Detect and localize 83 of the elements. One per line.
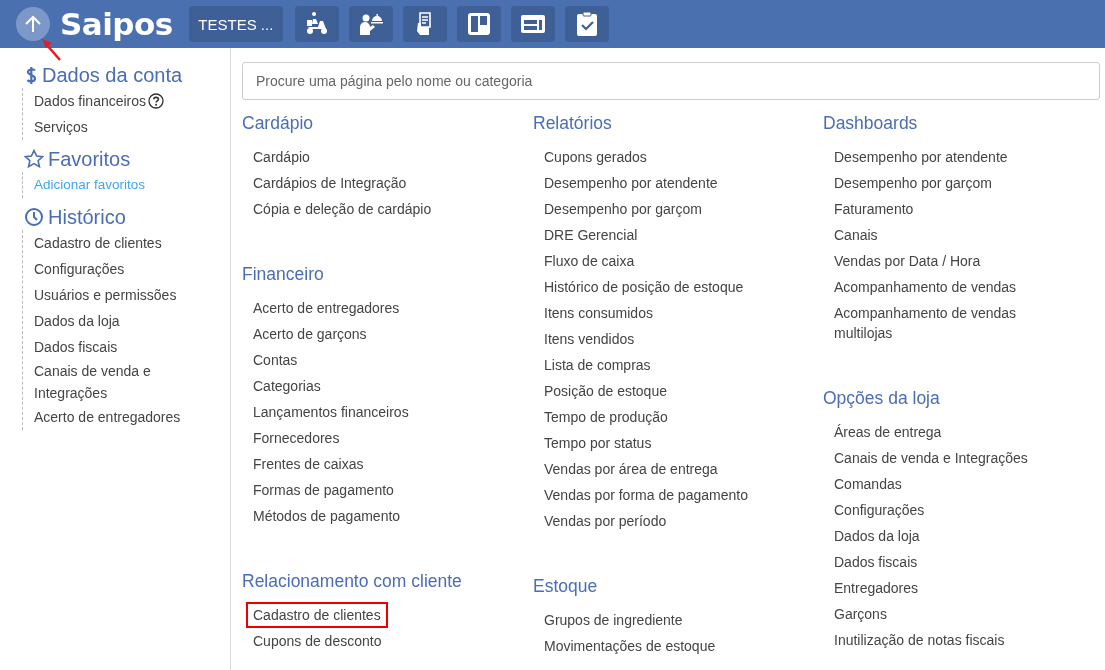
page-link[interactable]: Categorias (253, 373, 321, 399)
category-heading: Cardápio (242, 113, 314, 135)
page-link[interactable]: Tempo por status (544, 430, 652, 456)
sidebar-item[interactable]: Serviços (34, 116, 88, 138)
page-link[interactable]: Fornecedores (253, 425, 340, 451)
page-link[interactable]: Garçons (834, 601, 887, 627)
page-link[interactable]: Desempenho por garçom (544, 196, 702, 222)
toolbar-button[interactable] (456, 6, 501, 42)
page-link[interactable]: Lançamentos financeiros (253, 399, 409, 425)
page-link[interactable]: Canais (834, 222, 878, 248)
page-link[interactable]: Movimentações de estoque (544, 633, 716, 659)
page-link[interactable]: Acompanhamento de vendas (834, 274, 1017, 300)
search-field[interactable]: Procure uma página pelo nome ou categoria (242, 62, 1100, 100)
section-heading: Dados da conta (42, 63, 183, 87)
page-link[interactable]: Grupos de ingrediente (544, 607, 683, 633)
category-heading: Financeiro (242, 264, 324, 286)
page-link[interactable]: Tempo de produção (544, 404, 668, 430)
page-link[interactable]: Dados da loja (834, 523, 920, 549)
page-link[interactable]: Métodos de pagamento (253, 503, 401, 529)
toolbar-button[interactable] (564, 6, 609, 42)
sidebar-item[interactable]: Cadastro de clientes (34, 232, 162, 254)
sidebar-item[interactable]: Canais de venda e Integrações (34, 360, 214, 404)
page-link[interactable]: Comandas (834, 471, 902, 497)
category-heading: Relatórios (533, 113, 612, 135)
page-link[interactable]: Cardápio (253, 144, 310, 170)
store-selector-button[interactable]: TESTES ... (188, 6, 283, 42)
sidebar-item[interactable]: Dados financeiros (34, 90, 147, 112)
page-link[interactable]: Lista de compras (544, 352, 651, 378)
page-link[interactable]: Cupons de desconto (253, 628, 382, 654)
toolbar-button[interactable] (402, 6, 447, 42)
page-link[interactable]: Cupons gerados (544, 144, 647, 170)
page-link[interactable]: Faturamento (834, 196, 914, 222)
page-link[interactable]: Canais de venda e Integrações (834, 445, 1028, 471)
section-heading: Histórico (48, 205, 126, 229)
page-link[interactable]: Histórico de posição de estoque (544, 274, 744, 300)
sidebar-item[interactable]: Configurações (34, 258, 125, 280)
page-link[interactable]: Áreas de entrega (834, 419, 942, 445)
sidebar-item[interactable]: Dados da loja (34, 310, 120, 332)
toolbar-button[interactable] (348, 6, 393, 42)
logo: Saipos (60, 6, 173, 42)
waiter-icon (357, 11, 384, 37)
toolbar-button[interactable] (294, 6, 339, 42)
category-heading: Opções da loja (823, 388, 940, 410)
toolbar-button[interactable] (510, 6, 555, 42)
sidebar-item[interactable]: Acerto de entregadores (34, 406, 181, 428)
page-link[interactable]: Acompanhamento de vendas multilojas (834, 300, 1074, 346)
page-link[interactable]: Frentes de caixas (253, 451, 364, 477)
page-link[interactable]: Itens vendidos (544, 326, 635, 352)
page-link[interactable]: Vendas por área de entrega (544, 456, 718, 482)
page-link[interactable]: Cardápios de Integração (253, 170, 407, 196)
page-link[interactable]: Entregadores (834, 575, 919, 601)
category-heading: Relacionamento com cliente (242, 571, 462, 593)
back-to-top-button[interactable] (16, 7, 50, 41)
section-heading: Favoritos (48, 147, 131, 171)
sidebar-item[interactable]: Dados fiscais (34, 336, 118, 358)
dollar-icon (24, 65, 38, 85)
page-link[interactable]: Contas (253, 347, 298, 373)
page-link[interactable]: DRE Gerencial (544, 222, 638, 248)
page-link[interactable]: Acerto de garçons (253, 321, 367, 347)
page-link[interactable]: Posição de estoque (544, 378, 667, 404)
page-link[interactable]: Inutilização de notas fiscais (834, 627, 1005, 653)
page-link[interactable]: Fluxo de caixa (544, 248, 635, 274)
arrow-up-icon (23, 14, 43, 34)
category-heading: Estoque (533, 576, 598, 598)
page-link[interactable]: Desempenho por atendente (834, 144, 1008, 170)
star-icon (24, 149, 44, 169)
page-link[interactable]: Acerto de entregadores (253, 295, 400, 321)
page-link[interactable]: Cópia e deleção de cardápio (253, 196, 432, 222)
page-link[interactable]: Desempenho por garçom (834, 170, 992, 196)
page-link[interactable]: Vendas por Data / Hora (834, 248, 981, 274)
page-link[interactable]: Itens consumidos (544, 300, 653, 326)
category-heading: Dashboards (823, 113, 918, 135)
columns-board-icon (465, 11, 492, 37)
page-link[interactable]: Dados fiscais (834, 549, 918, 575)
page-link[interactable]: Vendas por período (544, 508, 667, 534)
page-link[interactable]: Desempenho por atendente (544, 170, 718, 196)
page-link[interactable]: Cadastro de clientes (248, 604, 386, 626)
sidebar-item[interactable]: Usuários e permissões (34, 284, 177, 306)
page-link[interactable]: Formas de pagamento (253, 477, 394, 503)
page-link[interactable]: Vendas por forma de pagamento (544, 482, 748, 508)
page-link[interactable]: Configurações (834, 497, 925, 523)
help-icon (148, 93, 165, 109)
clock-icon (24, 207, 44, 227)
